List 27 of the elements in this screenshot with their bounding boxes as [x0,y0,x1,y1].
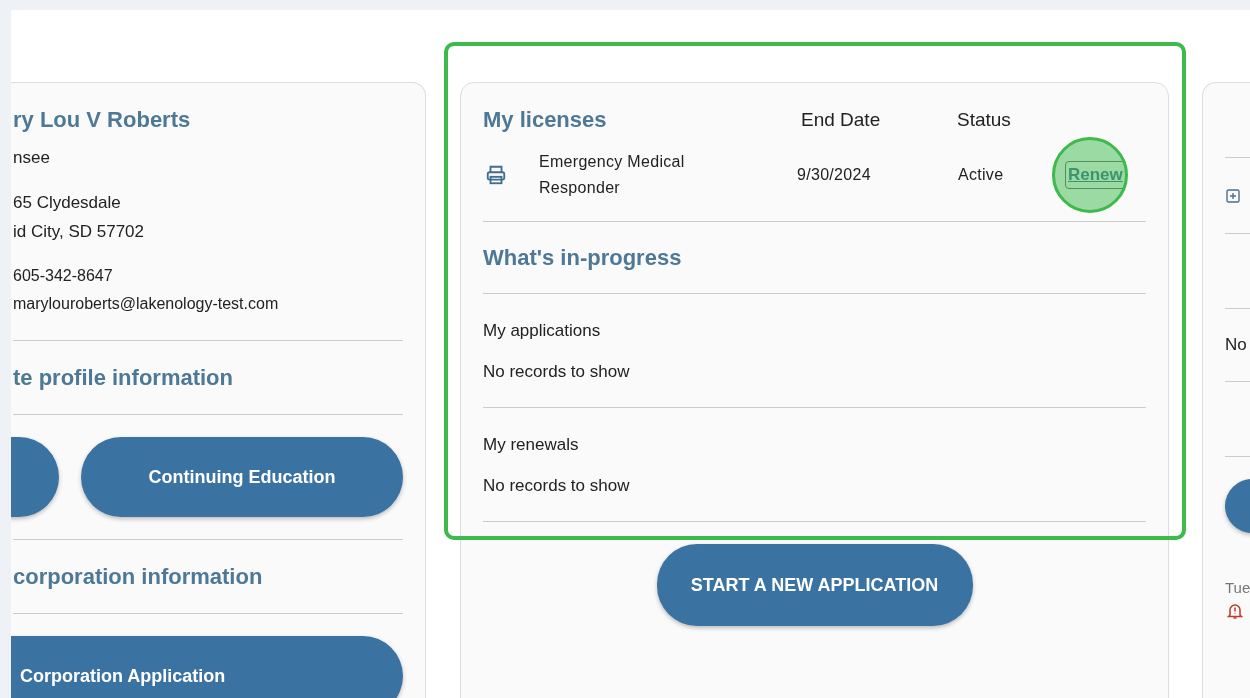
section-label: My applications [483,320,602,342]
profile-name: ry Lou V Roberts [13,106,192,134]
date-text: Tue [1225,579,1250,596]
printer-icon[interactable] [485,164,507,186]
end-date: 9/30/2024 [797,165,872,185]
section-title: corporation information [13,563,264,591]
role-text: nsee [13,147,51,169]
right-text: No [1225,334,1248,356]
licenses-title: My licenses [483,106,608,134]
empty-message: No records to show [483,361,631,383]
email-text: marylouroberts@lakenology-test.com [13,294,280,314]
bell-alert-icon [1227,602,1243,620]
section-title: te profile information [13,364,234,392]
continuing-education-button[interactable]: Continuing Education [81,437,403,517]
column-header: End Date [800,109,882,131]
license-status: Active [957,165,1005,185]
phone-text: 605-342-8647 [13,266,114,286]
empty-message: No records to show [483,475,631,497]
in-progress-title: What's in-progress [483,244,683,272]
section-label: My renewals [483,434,580,456]
license-name: Emergency Medical Responder [539,152,686,198]
plus-square-icon[interactable] [1226,189,1240,203]
address-line: id City, SD 57702 [13,221,146,243]
column-header: Status [956,109,1012,131]
start-application-button[interactable]: START A NEW APPLICATION [656,544,973,626]
corporation-application-button[interactable]: Corporation Application [11,636,403,698]
address-line: 65 Clydesdale [13,192,122,214]
